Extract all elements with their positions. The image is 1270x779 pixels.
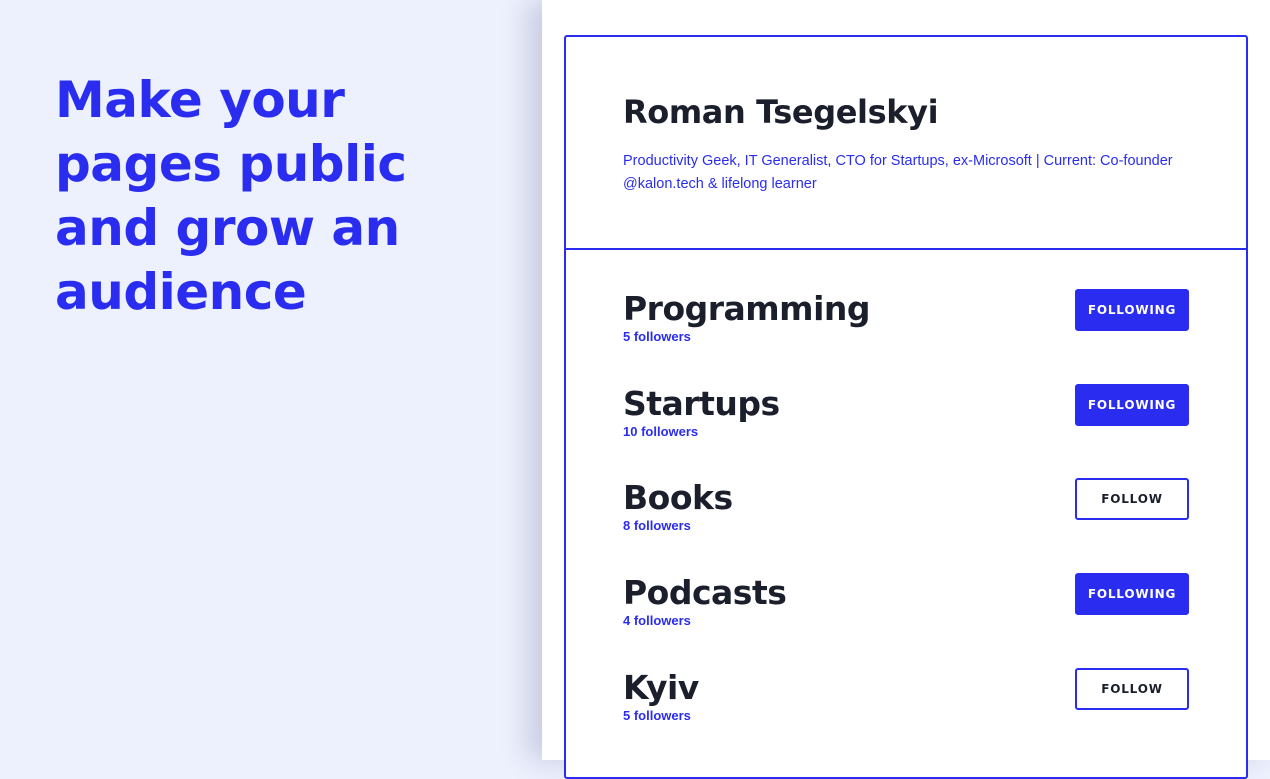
topic-follower-count: 8 followers [623, 518, 691, 533]
topic-row-books: Books 8 followers FOLLOW [623, 478, 1189, 542]
profile-bio: Productivity Geek, IT Generalist, CTO fo… [623, 153, 1173, 192]
topic-name[interactable]: Startups [623, 384, 780, 424]
topic-follower-count: 10 followers [623, 424, 699, 439]
topic-row-podcasts: Podcasts 4 followers FOLLOWING [623, 573, 1189, 637]
follow-button[interactable]: FOLLOW [1075, 668, 1189, 710]
topic-follower-count: 5 followers [623, 329, 691, 344]
profile-card: Roman Tsegelskyi Productivity Geek, IT G… [564, 35, 1248, 779]
profile-header: Roman Tsegelskyi Productivity Geek, IT G… [566, 37, 1246, 250]
topic-row-startups: Startups 10 followers FOLLOWING [623, 384, 1189, 448]
topic-follower-count: 5 followers [623, 708, 691, 723]
follow-button[interactable]: FOLLOW [1075, 478, 1189, 520]
topic-follower-count: 4 followers [623, 613, 691, 628]
following-button[interactable]: FOLLOWING [1075, 289, 1189, 331]
topic-name[interactable]: Programming [623, 289, 871, 329]
following-button[interactable]: FOLLOWING [1075, 573, 1189, 615]
topic-name[interactable]: Podcasts [623, 573, 787, 613]
topic-row-programming: Programming 5 followers FOLLOWING [623, 289, 1189, 353]
following-button[interactable]: FOLLOWING [1075, 384, 1189, 426]
topic-name[interactable]: Kyiv [623, 668, 699, 708]
profile-name: Roman Tsegelskyi [623, 93, 939, 131]
hero-panel: Make your pages public and grow an audie… [0, 0, 542, 760]
hero-headline: Make your pages public and grow an audie… [55, 71, 407, 321]
preview-panel: Roman Tsegelskyi Productivity Geek, IT G… [542, 0, 1270, 779]
topic-row-kyiv: Kyiv 5 followers FOLLOW [623, 668, 1189, 732]
topic-name[interactable]: Books [623, 478, 733, 518]
